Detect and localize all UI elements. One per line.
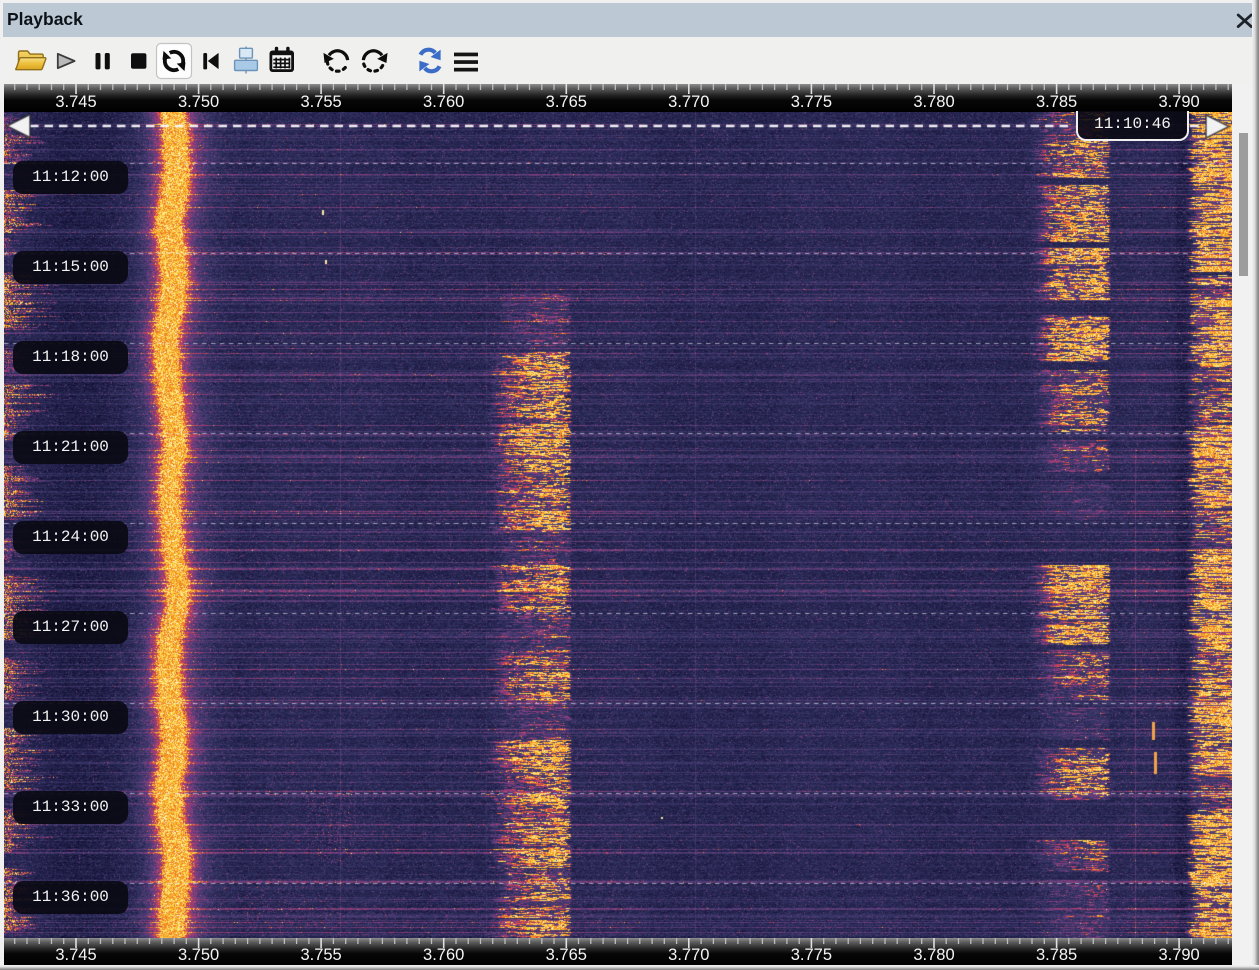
svg-text:3.760: 3.760 [423,946,464,964]
svg-text:3.760: 3.760 [423,93,464,111]
svg-text:3.780: 3.780 [913,93,954,111]
svg-text:3.770: 3.770 [668,93,709,111]
svg-text:3.770: 3.770 [668,946,709,964]
svg-text:3.755: 3.755 [300,946,341,964]
svg-text:3.745: 3.745 [55,93,96,111]
svg-text:3.780: 3.780 [913,946,954,964]
svg-text:3.785: 3.785 [1036,93,1077,111]
svg-text:3.775: 3.775 [791,946,832,964]
svg-text:3.755: 3.755 [300,93,341,111]
svg-text:3.785: 3.785 [1036,946,1077,964]
svg-text:3.790: 3.790 [1158,93,1199,111]
svg-text:3.775: 3.775 [791,93,832,111]
svg-text:3.745: 3.745 [55,946,96,964]
svg-text:3.765: 3.765 [546,93,587,111]
svg-text:3.765: 3.765 [546,946,587,964]
svg-text:3.790: 3.790 [1158,946,1199,964]
svg-text:3.750: 3.750 [178,946,219,964]
svg-text:3.750: 3.750 [178,93,219,111]
